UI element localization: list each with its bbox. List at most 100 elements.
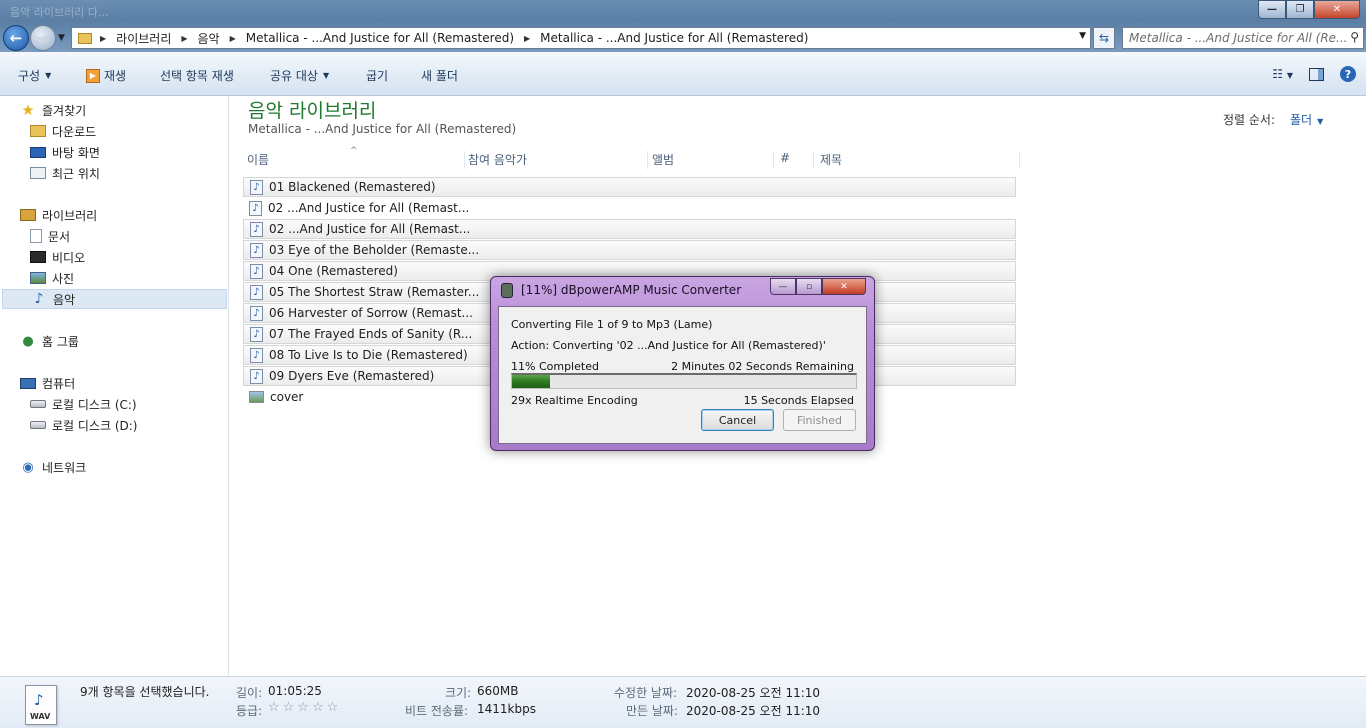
- breadcrumb-artist-album[interactable]: Metallica - ...And Justice for All (Rema…: [246, 31, 514, 45]
- sidebar-item-desktop[interactable]: 바탕 화면: [30, 142, 100, 162]
- length-value: 01:05:25: [268, 684, 322, 698]
- minimize-button[interactable]: —: [1258, 0, 1286, 19]
- column-header-album[interactable]: 앨범: [652, 151, 774, 169]
- view-controls: ☷ ▼ ?: [1272, 66, 1356, 82]
- sidebar-item-music[interactable]: ♪ 음악: [2, 289, 227, 309]
- view-list-icon[interactable]: ☷ ▼: [1272, 67, 1293, 81]
- star-icon: ★: [21, 101, 35, 119]
- sidebar-item-pictures[interactable]: 사진: [30, 268, 74, 288]
- length-label: 길이:: [236, 686, 263, 700]
- organize-label: 구성: [18, 69, 41, 83]
- sidebar-item-network[interactable]: ◉ 네트워크: [20, 457, 86, 477]
- column-header-name[interactable]: ^ 이름: [247, 146, 465, 169]
- music-file-icon: ♪: [250, 179, 263, 195]
- sidebar-item-computer[interactable]: 컴퓨터: [20, 373, 75, 393]
- column-header-title[interactable]: 제목: [820, 151, 1020, 169]
- music-note-icon: ♪: [34, 691, 44, 709]
- dialog-close-button[interactable]: ✕: [822, 278, 866, 295]
- sidebar-item-recent[interactable]: 최근 위치: [30, 163, 100, 183]
- preview-pane-icon[interactable]: [1309, 67, 1324, 81]
- dialog-minimize-button[interactable]: —: [770, 278, 796, 295]
- back-button[interactable]: ←: [3, 25, 29, 51]
- search-placeholder: Metallica - ...And Justice for All (Re..…: [1129, 31, 1348, 45]
- rating-stars[interactable]: ☆☆☆☆☆: [268, 700, 341, 715]
- music-file-icon: ♪: [250, 242, 263, 258]
- file-row[interactable]: ♪ 02 ...And Justice for All (Remast...: [243, 198, 1016, 218]
- sidebar-item-label: 즐겨찾기: [42, 103, 87, 118]
- sidebar-item-label: 문서: [48, 229, 71, 244]
- burn-button[interactable]: 굽기: [366, 67, 388, 84]
- finished-button[interactable]: Finished: [783, 409, 856, 431]
- sidebar-item-videos[interactable]: 비디오: [30, 247, 85, 267]
- breadcrumb-separator-icon[interactable]: ▶: [230, 34, 236, 43]
- play-button[interactable]: ▶ 재생: [86, 67, 126, 84]
- page-title: 음악 라이브러리: [248, 100, 377, 122]
- search-icon[interactable]: ⚲: [1350, 30, 1359, 44]
- sort-value: 폴더: [1290, 113, 1313, 127]
- column-header-track[interactable]: #: [780, 151, 814, 169]
- sidebar-item-homegroup[interactable]: ● 홈 그룹: [20, 331, 79, 351]
- sidebar-item-label: 비디오: [52, 250, 86, 265]
- sort-label: 정렬 순서:: [1223, 113, 1276, 127]
- address-dropdown-icon[interactable]: ▼: [1079, 31, 1086, 41]
- dialog-title: [11%] dBpowerAMP Music Converter: [521, 283, 742, 297]
- time-elapsed: 15 Seconds Elapsed: [743, 394, 854, 407]
- breadcrumb-separator-icon[interactable]: ▶: [100, 34, 106, 43]
- disk-drive-icon: [30, 421, 46, 429]
- dialog-maximize-button[interactable]: ▫: [796, 278, 822, 295]
- refresh-button[interactable]: ⇆: [1093, 27, 1115, 49]
- file-row[interactable]: ♪ 02 ...And Justice for All (Remast...: [243, 219, 1016, 239]
- column-label: 제목: [820, 153, 843, 167]
- file-row[interactable]: ♪ 03 Eye of the Beholder (Remaste...: [243, 240, 1016, 260]
- file-name: 06 Harvester of Sorrow (Remast...: [269, 306, 473, 320]
- modified-label: 수정한 날짜:: [614, 686, 678, 700]
- percent-completed: 11% Completed: [511, 360, 599, 373]
- close-button[interactable]: ✕: [1314, 0, 1360, 19]
- file-type-label: WAV: [30, 712, 51, 721]
- breadcrumb-libraries[interactable]: 라이브러리: [116, 30, 171, 47]
- sort-dropdown[interactable]: 폴더 ▼: [1290, 111, 1323, 128]
- wav-file-icon: ♪ WAV: [25, 685, 57, 725]
- file-name: 03 Eye of the Beholder (Remaste...: [269, 243, 480, 257]
- sidebar-item-disk-d[interactable]: 로컬 디스크 (D:): [30, 415, 137, 435]
- sidebar-item-label: 로컬 디스크 (D:): [52, 418, 138, 433]
- share-button[interactable]: 공유 대상 ▼: [270, 67, 329, 84]
- image-file-icon: [249, 391, 264, 403]
- sidebar-item-libraries[interactable]: 라이브러리: [20, 205, 97, 225]
- breadcrumb-album[interactable]: Metallica - ...And Justice for All (Rema…: [540, 31, 808, 45]
- column-header-artist[interactable]: 참여 음악가: [468, 151, 648, 169]
- address-bar[interactable]: ▶ 라이브러리 ▶ 음악 ▶ Metallica - ...And Justic…: [71, 27, 1091, 49]
- share-label: 공유 대상: [270, 69, 318, 83]
- size-value: 660MB: [477, 684, 519, 698]
- organize-button[interactable]: 구성 ▼: [18, 67, 51, 84]
- file-row[interactable]: ♪ 01 Blackened (Remastered): [243, 177, 1016, 197]
- file-name: 04 One (Remastered): [269, 264, 398, 278]
- sidebar-item-disk-c[interactable]: 로컬 디스크 (C:): [30, 394, 137, 414]
- music-file-icon: ♪: [250, 221, 263, 237]
- forward-button[interactable]: →: [30, 25, 56, 51]
- new-folder-label: 새 폴더: [421, 69, 458, 83]
- column-label: 참여 음악가: [468, 153, 528, 167]
- breadcrumb-separator-icon[interactable]: ▶: [524, 34, 530, 43]
- created-value: 2020-08-25 오전 11:10: [686, 704, 821, 718]
- sidebar-item-documents[interactable]: 문서: [30, 226, 70, 246]
- sort-ascending-icon: ^: [350, 146, 358, 156]
- sidebar-item-label: 홈 그룹: [42, 334, 79, 349]
- modified-value: 2020-08-25 오전 11:10: [686, 686, 821, 700]
- recent-pages-dropdown[interactable]: ▼: [58, 33, 65, 43]
- help-icon[interactable]: ?: [1340, 66, 1356, 82]
- libraries-icon: [20, 209, 36, 221]
- recent-places-icon: [30, 167, 46, 179]
- breadcrumb-separator-icon[interactable]: ▶: [181, 34, 187, 43]
- maximize-button[interactable]: ❐: [1286, 0, 1314, 19]
- cancel-button[interactable]: Cancel: [701, 409, 774, 431]
- search-input[interactable]: Metallica - ...And Justice for All (Re..…: [1122, 27, 1364, 49]
- homegroup-icon: ●: [22, 333, 34, 349]
- new-folder-button[interactable]: 새 폴더: [421, 67, 458, 84]
- refresh-icon: ⇆: [1098, 31, 1110, 45]
- document-icon: [30, 229, 42, 243]
- play-selected-button[interactable]: 선택 항목 재생: [160, 67, 234, 84]
- breadcrumb-music[interactable]: 음악: [198, 30, 220, 47]
- sidebar-item-favorites[interactable]: ★ 즐겨찾기: [20, 100, 86, 120]
- sidebar-item-downloads[interactable]: 다운로드: [30, 121, 96, 141]
